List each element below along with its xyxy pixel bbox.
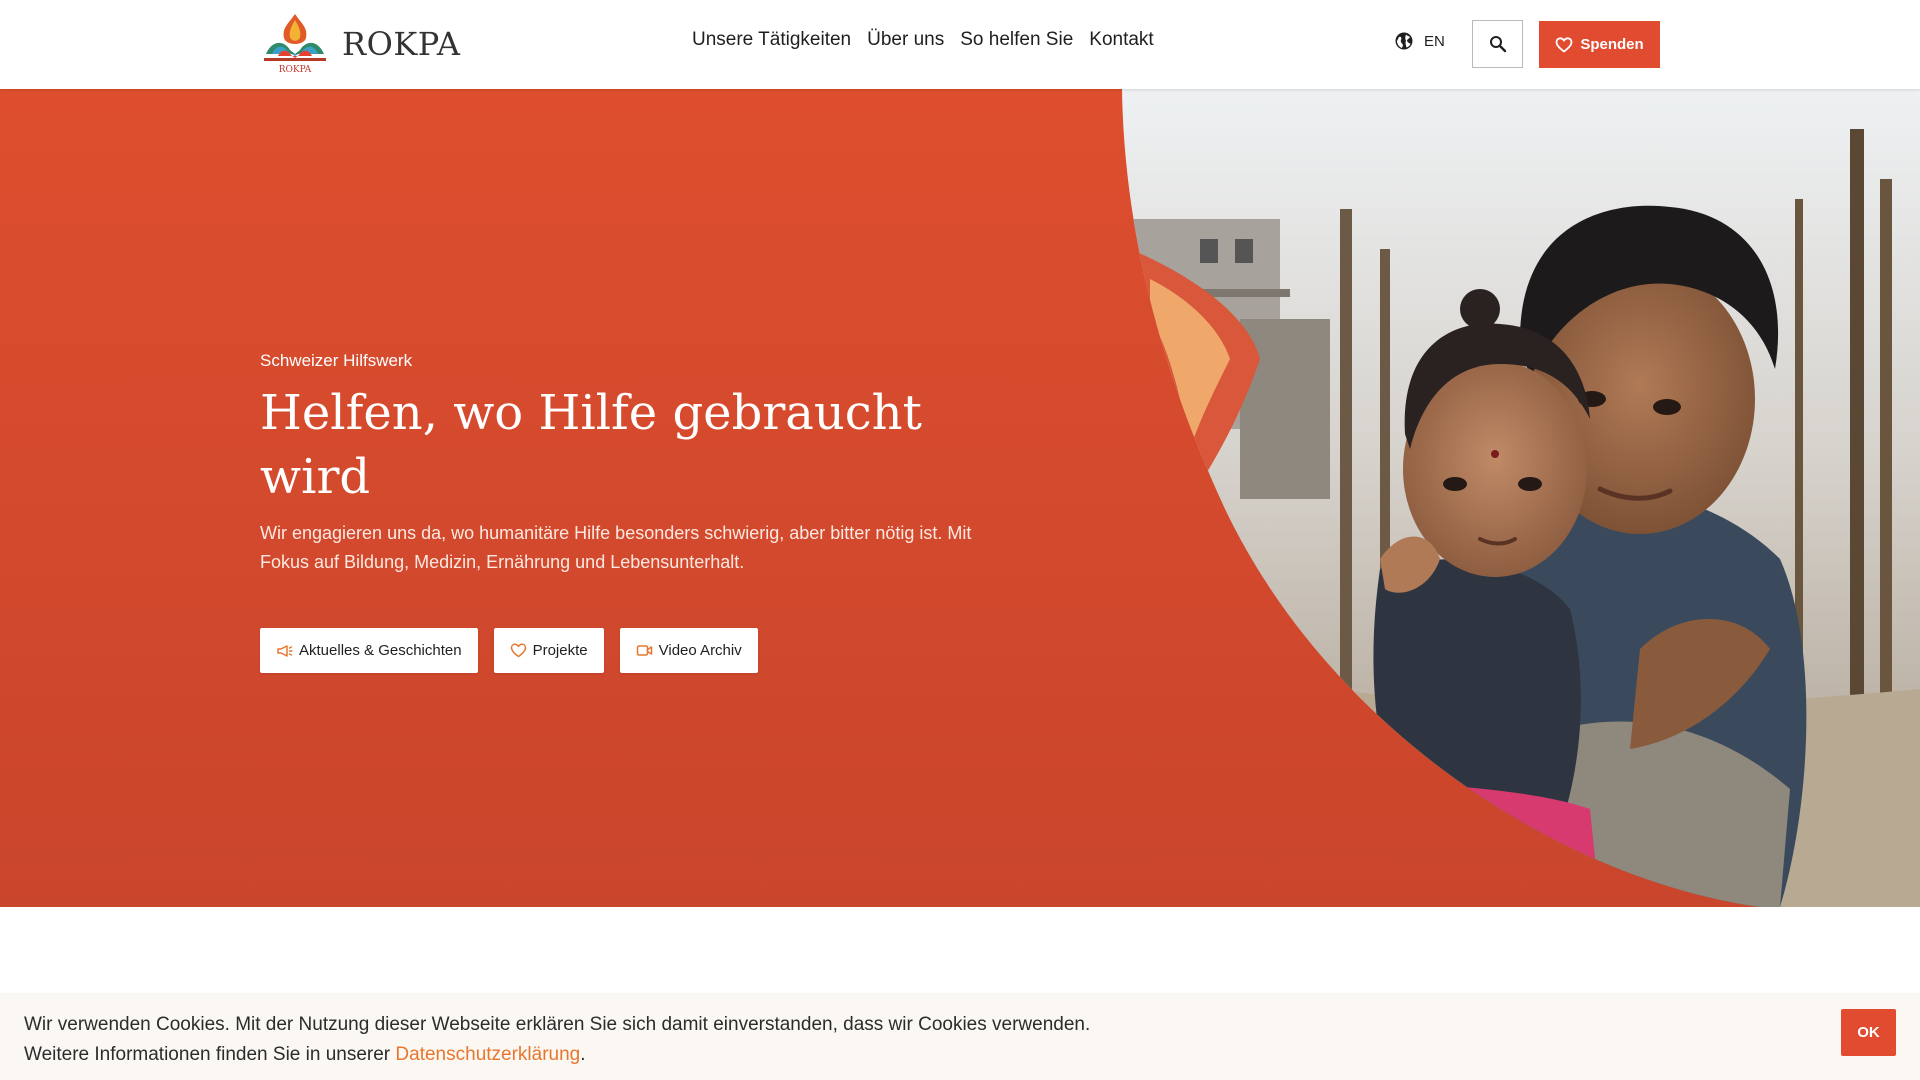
cookie-line-2-prefix: Weitere Informationen finden Sie in unse…	[24, 1044, 396, 1065]
hero-content: Schweizer Hilfswerk Helfen, wo Hilfe geb…	[260, 351, 1000, 577]
nav-item-so-helfen-sie[interactable]: So helfen Sie	[960, 29, 1073, 51]
heart-icon	[510, 643, 526, 658]
privacy-policy-link[interactable]: Datenschutzerklärung	[395, 1044, 580, 1065]
main-nav: Unsere Tätigkeiten Über uns So helfen Si…	[692, 29, 1170, 51]
hero-button-group: Aktuelles & Geschichten Projekte Video A…	[260, 628, 774, 673]
site-header: ROKPA ROKPA Unsere Tätigkeiten Über uns …	[0, 0, 1920, 89]
megaphone-icon	[277, 645, 293, 657]
logo-link[interactable]: ROKPA ROKPA	[260, 10, 460, 78]
search-button[interactable]	[1472, 20, 1523, 68]
video-icon	[636, 645, 652, 656]
donate-button[interactable]: Spenden	[1539, 21, 1660, 68]
hero-kicker: Schweizer Hilfswerk	[260, 351, 413, 370]
hero-section: Schweizer Hilfswerk Helfen, wo Hilfe geb…	[0, 89, 1920, 907]
cookie-text: Wir verwenden Cookies. Mit der Nutzung d…	[24, 1010, 1090, 1070]
nav-item-kontakt[interactable]: Kontakt	[1089, 29, 1153, 51]
hero-headline: Helfen, wo Hilfe gebraucht wird	[260, 385, 922, 505]
nav-item-taetigkeiten[interactable]: Unsere Tätigkeiten	[692, 29, 851, 51]
language-label: EN	[1424, 32, 1445, 50]
globe-icon	[1395, 32, 1413, 50]
news-stories-label: Aktuelles & Geschichten	[299, 642, 462, 659]
brand-name: ROKPA	[342, 25, 461, 63]
logo-caption: ROKPA	[279, 65, 312, 75]
projects-label: Projekte	[532, 642, 588, 659]
cookie-line-2: Weitere Informationen finden Sie in unse…	[24, 1040, 1090, 1070]
language-switcher[interactable]: EN	[1394, 31, 1445, 51]
cookie-line-1: Wir verwenden Cookies. Mit der Nutzung d…	[24, 1014, 1091, 1035]
projects-button[interactable]: Projekte	[493, 628, 604, 673]
rokpa-logo-icon: ROKPA	[264, 14, 326, 75]
hero-lead: Wir engagieren uns da, wo humanitäre Hil…	[260, 523, 972, 572]
nav-item-ueber-uns[interactable]: Über uns	[867, 29, 944, 51]
video-archive-button[interactable]: Video Archiv	[619, 628, 758, 673]
news-stories-button[interactable]: Aktuelles & Geschichten	[260, 628, 478, 673]
heart-icon	[1555, 36, 1573, 52]
cookie-banner: Wir verwenden Cookies. Mit der Nutzung d…	[0, 993, 1920, 1080]
donate-label: Spenden	[1580, 36, 1644, 53]
video-archive-label: Video Archiv	[658, 642, 742, 659]
cookie-ok-button[interactable]: OK	[1841, 1009, 1896, 1056]
cookie-line-2-suffix: .	[580, 1044, 586, 1065]
search-icon	[1489, 36, 1506, 53]
